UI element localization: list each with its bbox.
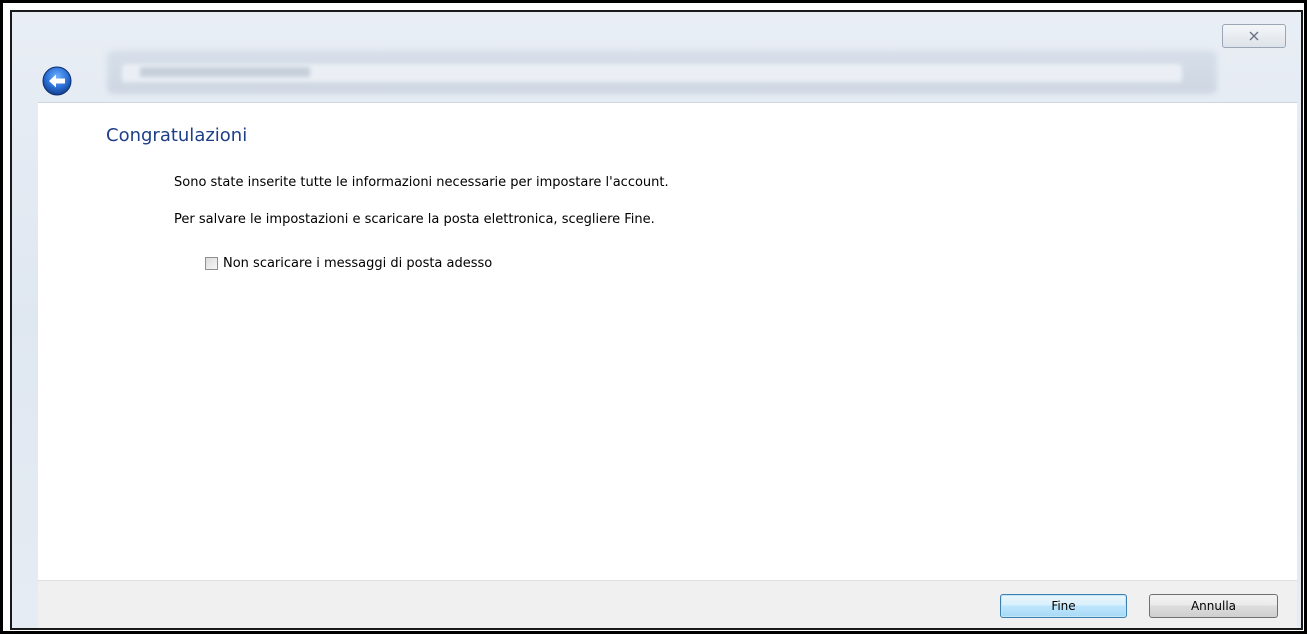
back-button[interactable] — [42, 66, 72, 96]
dont-download-checkbox-row[interactable]: Non scaricare i messaggi di posta adesso — [205, 256, 492, 271]
back-arrow-icon — [42, 66, 72, 96]
screenshot-frame: Congratulazioni Sono state inserite tutt… — [0, 0, 1307, 634]
wizard-footer: Fine Annulla — [38, 580, 1297, 628]
close-button[interactable] — [1222, 24, 1286, 48]
info-text-complete: Sono state inserite tutte le informazion… — [174, 175, 669, 190]
account-wizard-window: Congratulazioni Sono state inserite tutt… — [10, 10, 1303, 630]
finish-button[interactable]: Fine — [1000, 594, 1127, 618]
cancel-button[interactable]: Annulla — [1149, 594, 1278, 618]
page-title: Congratulazioni — [106, 125, 248, 146]
info-text-finish-instructions: Per salvare le impostazioni e scaricare … — [174, 212, 655, 227]
dont-download-checkbox[interactable] — [205, 257, 218, 270]
close-icon — [1249, 31, 1259, 41]
dont-download-checkbox-label[interactable]: Non scaricare i messaggi di posta adesso — [223, 256, 492, 271]
wizard-content: Congratulazioni Sono state inserite tutt… — [38, 102, 1297, 581]
blurred-text — [140, 67, 310, 77]
